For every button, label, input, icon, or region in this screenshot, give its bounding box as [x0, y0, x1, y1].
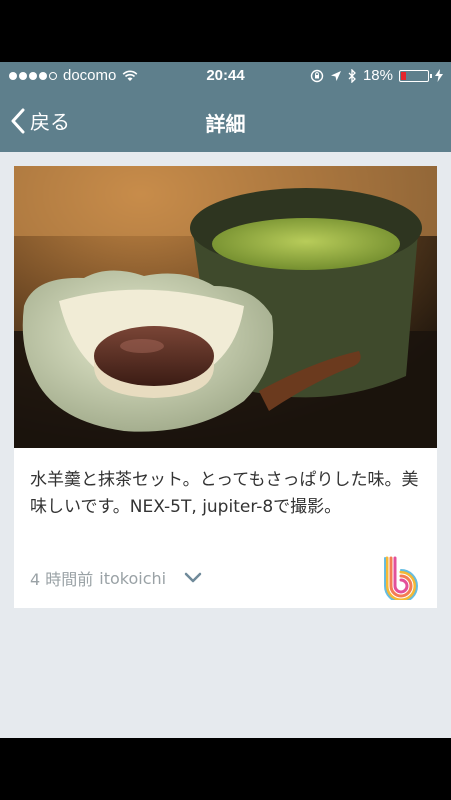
bottom-bar	[0, 738, 451, 800]
battery-percent: 18%	[362, 67, 393, 84]
chevron-down-icon[interactable]	[184, 572, 202, 584]
post-card: 水羊羹と抹茶セット。とってもさっぱりした味。美味しいです。NEX-5T, jup…	[14, 166, 437, 608]
post-author[interactable]: itokoichi	[99, 569, 166, 588]
post-time-ago: 4 時間前	[30, 570, 94, 589]
post-meta: 4 時間前 itokoichi	[30, 566, 202, 590]
status-right: 18%	[310, 67, 443, 84]
rainbow-b-logo	[383, 556, 419, 604]
content-area: 水羊羹と抹茶セット。とってもさっぱりした味。美味しいです。NEX-5T, jup…	[0, 152, 451, 738]
page-title: 詳細	[205, 112, 246, 136]
charging-bolt-icon	[435, 69, 443, 82]
bluetooth-icon	[348, 68, 356, 83]
rotation-lock-icon	[310, 69, 324, 82]
battery-fill	[401, 71, 406, 80]
status-bar: docomo 20:44 18%	[0, 62, 451, 90]
location-arrow-icon	[330, 70, 341, 81]
navigation-bar: 戻る 詳細	[0, 90, 451, 152]
post-photo[interactable]	[14, 166, 437, 448]
post-text: 水羊羹と抹茶セット。とってもさっぱりした味。美味しいです。NEX-5T, jup…	[30, 470, 419, 517]
battery-icon	[399, 69, 432, 82]
